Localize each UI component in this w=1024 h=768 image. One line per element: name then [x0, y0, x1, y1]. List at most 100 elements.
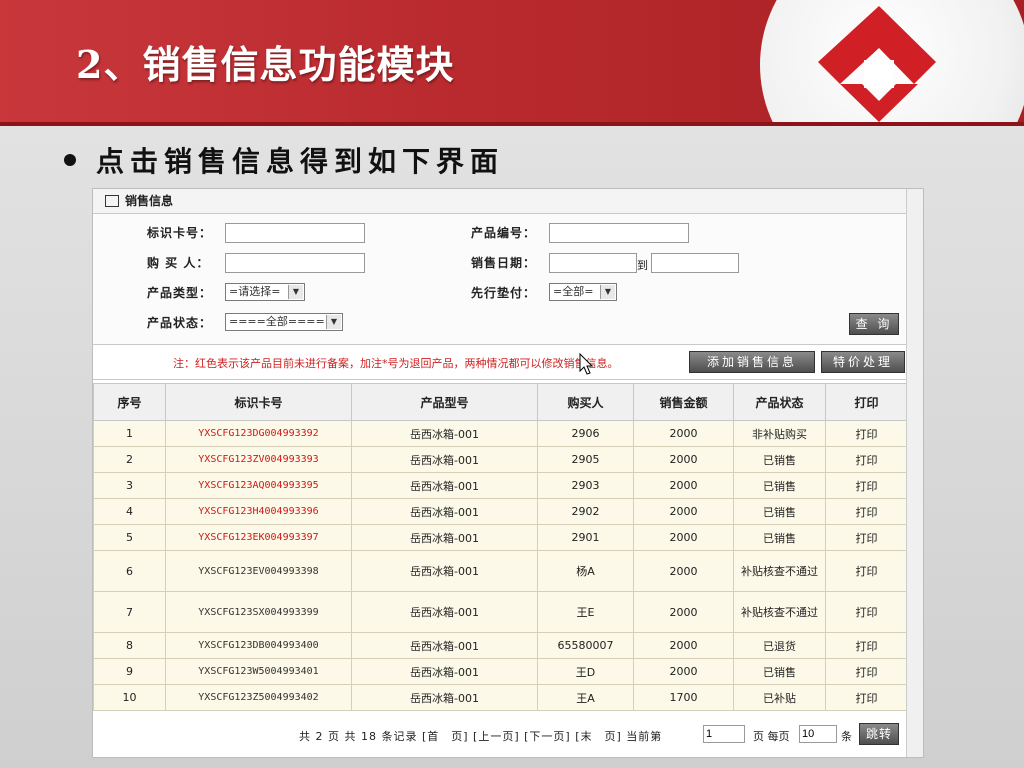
product-type-label: 产品类型：: [147, 286, 213, 300]
cell-model: 岳西冰箱-001: [351, 632, 538, 659]
special-price-button[interactable]: 特价处理: [821, 351, 905, 373]
dropdown-arrow-icon[interactable]: ▼: [600, 285, 615, 299]
card-number-input[interactable]: [225, 223, 365, 243]
table-row[interactable]: 9 YXSCFG123W5004993401 岳西冰箱-001 王D 2000 已销售 打印: [93, 658, 908, 685]
sales-info-window: 销售信息 标识卡号： 产品编号： 购 买 人： 销售日期： 到 产品类型： =请…: [92, 188, 924, 758]
cell-amount: 2000: [633, 591, 734, 633]
cell-status: 已销售: [733, 658, 826, 685]
column-header-no[interactable]: 序号: [93, 383, 166, 421]
slide-header: 2、销售信息功能模块: [0, 0, 1024, 126]
cell-status: 补贴核查不通过: [733, 550, 826, 592]
pagination-bar: 共 2 页 共 18 条记录 [首 页] [上一页] [下一页] [末 页] 当…: [93, 719, 907, 749]
print-link[interactable]: 打印: [825, 550, 908, 592]
table-row[interactable]: 5 YXSCFG123EK004993397 岳西冰箱-001 2901 2000 已销售…: [93, 524, 908, 551]
cell-status: 已销售: [733, 524, 826, 551]
product-type-value: =请选择=: [229, 285, 281, 298]
column-header-print[interactable]: 打印: [825, 383, 908, 421]
table-row[interactable]: 2 YXSCFG123ZV004993393 岳西冰箱-001 2905 2000 已销售…: [93, 446, 908, 473]
dropdown-arrow-icon[interactable]: ▼: [326, 315, 341, 329]
print-link[interactable]: 打印: [825, 658, 908, 685]
print-link[interactable]: 打印: [825, 524, 908, 551]
column-header-status[interactable]: 产品状态: [733, 383, 826, 421]
notice-bar: 注：红色表示该产品目前未进行备案，加注*号为退回产品，两种情况都可以修改销售信息…: [93, 345, 923, 380]
cell-no: 7: [93, 591, 166, 633]
product-state-label: 产品状态：: [147, 316, 213, 330]
table-row[interactable]: 6 YXSCFG123EV004993398 岳西冰箱-001 杨A 2000 补贴核查不…: [93, 550, 908, 592]
buyer-input[interactable]: [225, 253, 365, 273]
cell-card-number: YXSCFG123AQ004993395: [165, 472, 352, 499]
cell-status: 已补贴: [733, 684, 826, 711]
cell-no: 5: [93, 524, 166, 551]
cell-no: 9: [93, 658, 166, 685]
print-link[interactable]: 打印: [825, 632, 908, 659]
cell-amount: 2000: [633, 498, 734, 525]
print-link[interactable]: 打印: [825, 446, 908, 473]
cell-model: 岳西冰箱-001: [351, 446, 538, 473]
cell-model: 岳西冰箱-001: [351, 472, 538, 499]
cell-buyer: 65580007: [537, 632, 634, 659]
dropdown-arrow-icon[interactable]: ▼: [288, 285, 303, 299]
cell-no: 2: [93, 446, 166, 473]
cell-no: 3: [93, 472, 166, 499]
panel-title-bar: 销售信息: [93, 189, 923, 214]
slide-title: 2、销售信息功能模块: [76, 42, 455, 87]
cell-amount: 2000: [633, 420, 734, 447]
vertical-scrollbar[interactable]: [906, 189, 923, 757]
date-to-input[interactable]: [651, 253, 739, 273]
query-button[interactable]: 查 询: [849, 313, 899, 335]
table-row[interactable]: 1 YXSCFG123DG004993392 岳西冰箱-001 2906 2000 非补贴…: [93, 420, 908, 447]
print-link[interactable]: 打印: [825, 420, 908, 447]
table-row[interactable]: 7 YXSCFG123SX004993399 岳西冰箱-001 王E 2000 补贴核查不…: [93, 591, 908, 633]
advance-select[interactable]: =全部= ▼: [549, 283, 617, 301]
cell-status: 已退货: [733, 632, 826, 659]
product-state-select[interactable]: ====全部===== ▼: [225, 313, 343, 331]
cell-buyer: 2902: [537, 498, 634, 525]
cell-status: 补贴核查不通过: [733, 591, 826, 633]
cell-status: 已销售: [733, 498, 826, 525]
cell-no: 8: [93, 632, 166, 659]
add-sales-button[interactable]: 添加销售信息: [689, 351, 815, 373]
column-header-amount[interactable]: 销售金额: [633, 383, 734, 421]
jump-button[interactable]: 跳转: [859, 723, 899, 745]
cell-status: 非补贴购买: [733, 420, 826, 447]
cell-card-number: YXSCFG123SX004993399: [165, 591, 352, 633]
advance-label: 先行垫付：: [471, 286, 537, 300]
cell-model: 岳西冰箱-001: [351, 550, 538, 592]
per-page-label: 页 每页: [753, 730, 790, 743]
date-to-label: 到: [637, 259, 648, 272]
cell-no: 6: [93, 550, 166, 592]
print-link[interactable]: 打印: [825, 498, 908, 525]
per-page-input[interactable]: [799, 725, 837, 743]
pagination-text[interactable]: 共 2 页 共 18 条记录 [首 页] [上一页] [下一页] [末 页] 当…: [299, 728, 662, 744]
cell-model: 岳西冰箱-001: [351, 420, 538, 447]
table-row[interactable]: 10 YXSCFG123Z5004993402 岳西冰箱-001 王A 1700 已补贴打…: [93, 684, 908, 711]
bullet-dot-icon: [64, 153, 76, 166]
column-header-model[interactable]: 产品型号: [351, 383, 538, 421]
panel-title: 销售信息: [125, 194, 174, 208]
print-link[interactable]: 打印: [825, 684, 908, 711]
product-type-select[interactable]: =请选择= ▼: [225, 283, 305, 301]
bullet-point: 点击销售信息得到如下界面: [64, 140, 504, 180]
print-link[interactable]: 打印: [825, 472, 908, 499]
cell-card-number: YXSCFG123DB004993400: [165, 632, 352, 659]
table-row[interactable]: 3 YXSCFG123AQ004993395 岳西冰箱-001 2903 2000 已销售…: [93, 472, 908, 499]
column-header-card[interactable]: 标识卡号: [165, 383, 352, 421]
current-page-input[interactable]: [703, 725, 745, 743]
cell-card-number: YXSCFG123Z5004993402: [165, 684, 352, 711]
cell-amount: 2000: [633, 632, 734, 659]
product-number-input[interactable]: [549, 223, 689, 243]
cell-buyer: 王E: [537, 591, 634, 633]
cell-no: 10: [93, 684, 166, 711]
table-row[interactable]: 4 YXSCFG123H4004993396 岳西冰箱-001 2902 2000 已销售…: [93, 498, 908, 525]
table-row[interactable]: 8 YXSCFG123DB004993400 岳西冰箱-001 65580007 200…: [93, 632, 908, 659]
cell-model: 岳西冰箱-001: [351, 591, 538, 633]
column-header-buyer[interactable]: 购买人: [537, 383, 634, 421]
print-link[interactable]: 打印: [825, 591, 908, 633]
cell-model: 岳西冰箱-001: [351, 524, 538, 551]
cell-amount: 2000: [633, 524, 734, 551]
cell-amount: 2000: [633, 446, 734, 473]
card-label: 标识卡号：: [147, 226, 213, 240]
date-from-input[interactable]: [549, 253, 637, 273]
edit-form-icon: [105, 194, 119, 207]
cell-card-number: YXSCFG123EV004993398: [165, 550, 352, 592]
